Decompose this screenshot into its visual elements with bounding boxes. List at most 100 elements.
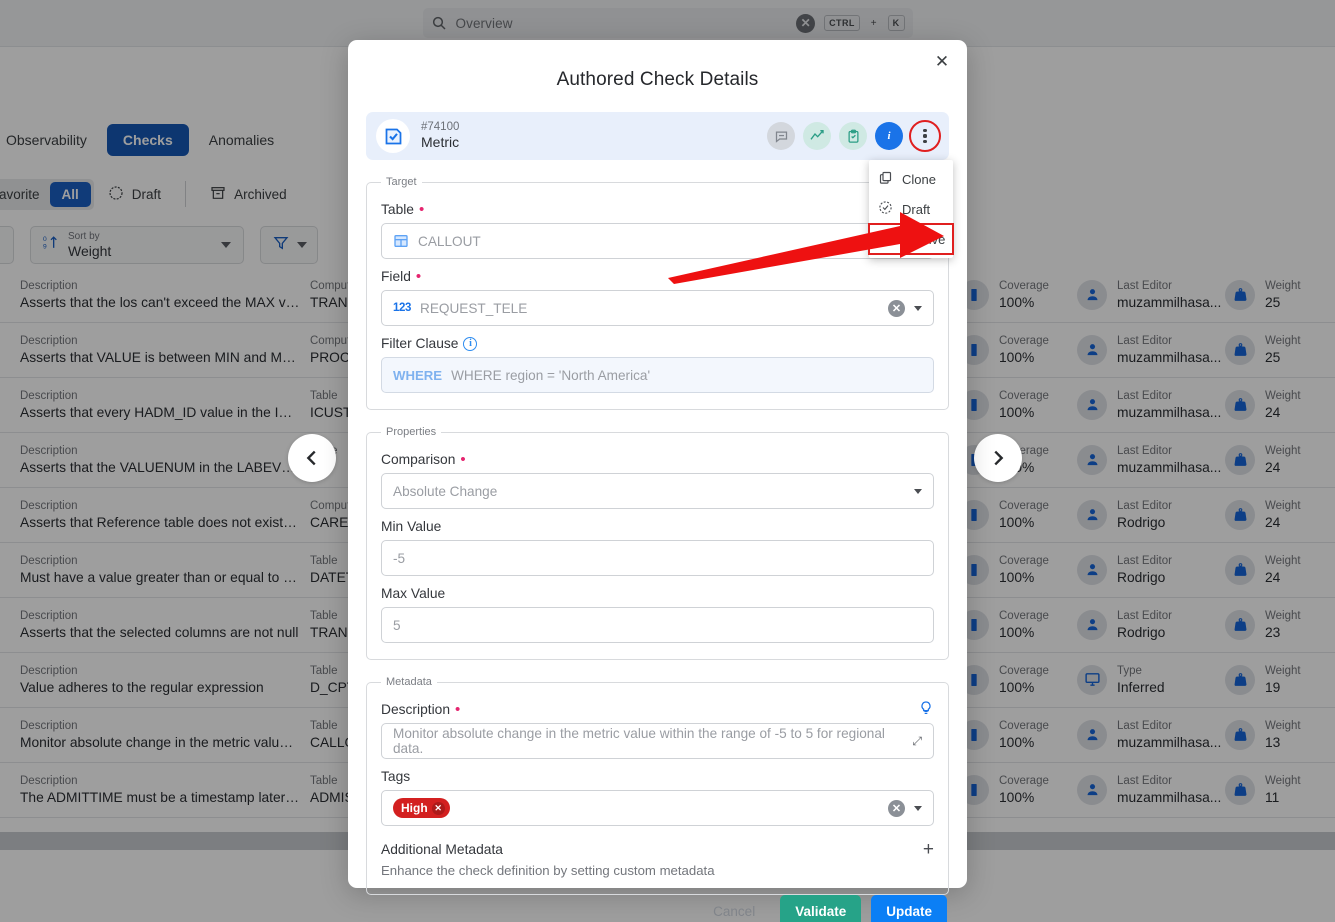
cell-label: Weight <box>1265 445 1301 458</box>
metadata-section: Metadata Description • Monitor absolute … <box>366 676 949 895</box>
comparison-select[interactable]: Absolute Change <box>381 473 934 509</box>
authored-check-details-dialog: ✕ Authored Check Details #74100 Metric i… <box>348 40 967 922</box>
tab-anomalies[interactable]: Anomalies <box>193 124 290 156</box>
table-input-value: CALLOUT <box>418 233 481 249</box>
cell-weight: Weight 24 <box>1225 554 1335 586</box>
weight-icon <box>1225 609 1255 640</box>
chevron-down-icon[interactable] <box>221 242 231 248</box>
search-field-small[interactable] <box>0 226 14 264</box>
weight-icon <box>1225 334 1255 365</box>
filter-select[interactable] <box>260 226 318 264</box>
clear-field-icon[interactable]: ✕ <box>888 299 905 317</box>
menu-item-clone[interactable]: Clone <box>869 164 953 194</box>
clipboard-check-icon[interactable] <box>839 122 867 150</box>
filter-clause-input[interactable]: WHERE WHERE region = 'North America' <box>381 357 934 393</box>
max-value-text: 5 <box>393 617 401 633</box>
cell-label: Weight <box>1265 335 1301 348</box>
person-icon <box>1077 719 1107 750</box>
person-icon <box>1077 444 1107 475</box>
dialog-footer: Cancel Validate Update <box>348 895 967 922</box>
search-clear-icon[interactable]: ✕ <box>796 13 816 33</box>
menu-item-draft[interactable]: Draft <box>869 194 953 224</box>
min-value-input[interactable]: -5 <box>381 540 934 576</box>
tags-input[interactable]: High ✕ ✕ <box>381 790 934 826</box>
global-search-box[interactable]: Overview ✕ CTRL + K <box>422 8 913 38</box>
numeric-123-icon: 123 <box>393 302 411 314</box>
where-keyword: WHERE <box>393 367 443 383</box>
cell-label: Coverage <box>999 335 1049 348</box>
cell-editor: Last Editor Rodrigo <box>1077 554 1225 586</box>
chip-favorite[interactable]: avorite <box>0 182 50 207</box>
filter-clause-label-text: Filter Clause <box>381 336 459 351</box>
monitor-icon <box>1077 664 1107 695</box>
update-button[interactable]: Update <box>871 895 947 922</box>
cell-label: Last Editor <box>1117 280 1172 293</box>
cell-description: Description Asserts that the selected col… <box>0 609 300 641</box>
more-options-icon[interactable] <box>909 120 941 152</box>
info-icon[interactable]: i <box>463 336 478 351</box>
expand-icon[interactable]: ⤢ <box>912 734 922 749</box>
cell-label: Type <box>1117 665 1142 678</box>
max-value-input[interactable]: 5 <box>381 607 934 643</box>
cell-editor: Last Editor muzammilhasa... <box>1077 389 1225 421</box>
chevron-down-icon[interactable] <box>914 305 922 311</box>
chip-archived-label: Archived <box>234 186 287 202</box>
chart-line-icon[interactable] <box>803 122 831 150</box>
cell-editor: Last Editor Rodrigo <box>1077 609 1225 641</box>
sort-by-label: Sort by <box>68 231 100 243</box>
close-icon[interactable]: ✕ <box>930 50 954 74</box>
remove-tag-icon[interactable]: ✕ <box>431 801 445 815</box>
cell-value: muzammilhasa... <box>1117 459 1222 475</box>
more-options-menu: Clone Draft Archive <box>868 160 954 258</box>
cancel-button[interactable]: Cancel <box>698 895 770 922</box>
tab-observability[interactable]: Observability <box>0 124 103 156</box>
comparison-label: Comparison • <box>381 452 934 467</box>
cell-value: Rodrigo <box>1117 569 1166 585</box>
person-icon <box>1077 609 1107 640</box>
filter-clause-placeholder: WHERE region = 'North America' <box>451 367 651 383</box>
search-placeholder: Overview <box>455 15 513 31</box>
table-input[interactable]: CALLOUT <box>381 223 934 259</box>
kbd-plus: + <box>870 17 877 29</box>
menu-item-archive[interactable]: Archive <box>868 223 954 255</box>
cell-weight: Weight 24 <box>1225 444 1335 476</box>
cell-value: 24 <box>1265 459 1281 475</box>
weight-icon <box>1225 774 1255 805</box>
chevron-down-icon[interactable] <box>914 805 922 811</box>
cell-label: Description <box>20 610 78 623</box>
cell-weight: Weight 24 <box>1225 389 1335 421</box>
archive-box-icon <box>878 230 893 248</box>
tag-chip[interactable]: High ✕ <box>393 798 450 818</box>
sort-by-select[interactable]: 09 Sort by Weight <box>30 226 244 264</box>
cell-label: Description <box>20 500 78 513</box>
info-icon[interactable]: i <box>875 122 903 150</box>
cell-label: Last Editor <box>1117 775 1172 788</box>
clear-tags-icon[interactable]: ✕ <box>888 799 905 817</box>
comment-icon[interactable] <box>767 122 795 150</box>
validate-button[interactable]: Validate <box>780 895 862 922</box>
sort-by-value: Weight <box>68 242 112 259</box>
chip-all[interactable]: All <box>49 181 91 207</box>
tab-checks[interactable]: Checks <box>106 124 189 156</box>
grid-table-icon <box>393 233 409 249</box>
chip-archived[interactable]: Archived <box>198 179 299 210</box>
dialog-body: #74100 Metric i Clone Draft Archive Targ… <box>348 112 967 895</box>
description-input[interactable]: Monitor absolute change in the metric va… <box>381 723 934 759</box>
description-label-text: Description <box>381 702 451 717</box>
required-marker: • <box>460 451 466 468</box>
cell-value: 100% <box>999 624 1035 640</box>
field-input[interactable]: 123 REQUEST_TELE ✕ <box>381 290 934 326</box>
prev-page-button[interactable] <box>288 434 336 482</box>
add-metadata-icon[interactable]: + <box>923 840 934 859</box>
cell-coverage: Coverage100% <box>959 719 1077 751</box>
cell-value: Monitor absolute change in the metric va… <box>20 734 300 750</box>
chevron-down-icon[interactable] <box>297 242 307 248</box>
cell-description: Description Must have a value greater tha… <box>0 554 300 586</box>
next-page-button[interactable] <box>974 434 1022 482</box>
chevron-down-icon[interactable] <box>914 488 922 494</box>
cell-value: Asserts that Reference table does not ex… <box>20 514 300 530</box>
check-summary-header: #74100 Metric i Clone Draft Archive <box>366 112 954 258</box>
lightbulb-icon[interactable] <box>918 700 934 716</box>
chip-draft[interactable]: Draft <box>96 179 173 210</box>
cell-value: 23 <box>1265 624 1281 640</box>
